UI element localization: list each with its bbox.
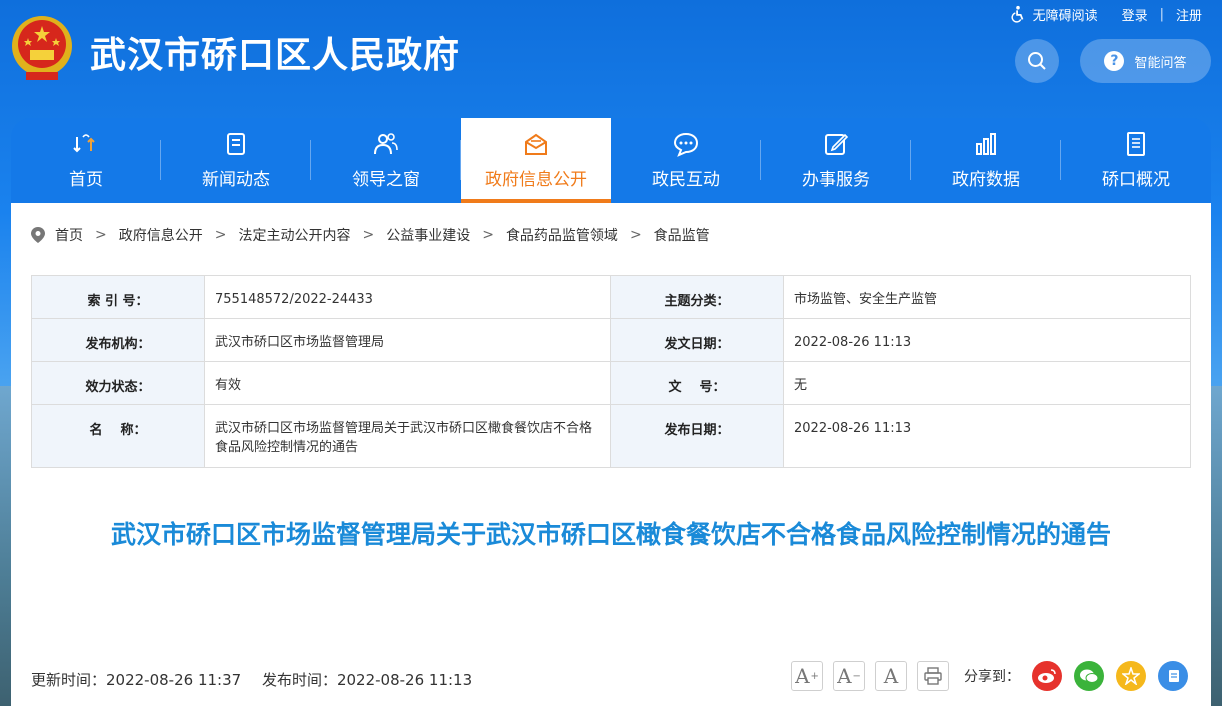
status-label: 效力状态：	[31, 361, 205, 405]
document-meta-table: 索 引 号： 755148572/2022-24433 主题分类： 市场监管、安…	[31, 275, 1191, 468]
status-value: 有效	[204, 361, 611, 405]
breadcrumb-gov-info[interactable]: 政府信息公开	[119, 225, 203, 245]
more-share-button[interactable]	[1158, 661, 1188, 691]
nav-label: 办事服务	[802, 170, 870, 190]
font-increase-label: A	[795, 664, 810, 688]
table-row: 发布机构： 武汉市硚口区市场监督管理局 发文日期： 2022-08-26 11:…	[31, 318, 1191, 362]
updated-time: 更新时间：2022-08-26 11:37	[31, 671, 242, 689]
publish-date-value: 2022-08-26 11:13	[783, 404, 1191, 468]
nav-item-services[interactable]: 办事服务	[761, 118, 911, 203]
main-nav: 首页 新闻动态 领导之窗 政府信息公开 政民互动 办事服务 政府数据 硚口概况	[11, 118, 1211, 203]
nav-label: 政民互动	[652, 170, 720, 190]
nav-label: 领导之窗	[352, 170, 420, 190]
font-decrease-label: A	[837, 664, 852, 688]
topic-label: 主题分类：	[610, 275, 784, 319]
document-icon	[227, 133, 245, 155]
location-pin-icon	[31, 227, 45, 243]
breadcrumb-separator: >	[482, 227, 494, 243]
login-link[interactable]: 登录	[1122, 5, 1148, 24]
nav-label: 新闻动态	[202, 170, 270, 190]
publisher-value: 武汉市硚口区市场监督管理局	[204, 318, 611, 362]
nav-item-gov-info[interactable]: 政府信息公开	[461, 118, 611, 203]
document-dates: 更新时间：2022-08-26 11:37 发布时间：2022-08-26 11…	[31, 669, 472, 690]
nav-item-overview[interactable]: 硚口概况	[1061, 118, 1211, 203]
copy-icon	[1169, 670, 1179, 682]
font-reset-button[interactable]: A	[875, 661, 907, 691]
star-icon	[1122, 667, 1140, 685]
print-button[interactable]	[917, 661, 949, 691]
document-title: 武汉市硚口区市场监督管理局关于武汉市硚口区橄食餐饮店不合格食品风险控制情况的通告	[110, 520, 1111, 549]
weibo-share-button[interactable]	[1032, 661, 1062, 691]
question-icon: ?	[1104, 51, 1125, 71]
nav-item-news[interactable]: 新闻动态	[161, 118, 311, 203]
breadcrumb-public-welfare[interactable]: 公益事业建设	[386, 225, 470, 245]
share-bar: 分享到：	[964, 661, 1188, 691]
accessibility-icon	[1011, 5, 1023, 23]
breadcrumb: 首页 > 政府信息公开 > 法定主动公开内容 > 公益事业建设 > 食品药品监管…	[31, 225, 710, 245]
search-button[interactable]	[1015, 39, 1059, 83]
breadcrumb-statutory[interactable]: 法定主动公开内容	[238, 225, 350, 245]
doc-no-label: 文 号：	[610, 361, 784, 405]
printer-icon	[924, 667, 942, 685]
nav-item-home[interactable]: 首页	[11, 118, 161, 203]
breadcrumb-separator: >	[95, 227, 107, 243]
issue-date-label: 发文日期：	[610, 318, 784, 362]
chat-bubble-icon	[673, 132, 699, 157]
font-increase-button[interactable]: A +	[791, 661, 823, 691]
index-no-label: 索 引 号：	[31, 275, 205, 319]
nav-label: 硚口概况	[1102, 170, 1170, 190]
smart-qa-label: 智能问答	[1134, 55, 1187, 71]
people-icon	[374, 133, 398, 155]
table-row: 效力状态： 有效 文 号： 无	[31, 361, 1191, 405]
topic-value: 市场监管、安全生产监管	[783, 275, 1191, 319]
weibo-icon	[1038, 669, 1056, 683]
published-time: 发布时间：2022-08-26 11:13	[261, 671, 473, 689]
qzone-share-button[interactable]	[1116, 661, 1146, 691]
font-reset-label: A	[883, 664, 899, 688]
reading-tools: A + A − A	[791, 661, 949, 691]
nav-label: 首页	[69, 170, 103, 190]
nav-label: 政府数据	[952, 170, 1020, 190]
register-link[interactable]: 注册	[1176, 5, 1202, 24]
nav-item-interaction[interactable]: 政民互动	[611, 118, 761, 203]
name-label: 名 称：	[31, 404, 205, 468]
issue-date-value: 2022-08-26 11:13	[783, 318, 1191, 362]
mail-open-icon	[525, 133, 547, 155]
breadcrumb-separator: >	[362, 227, 375, 243]
accessibility-label: 无障碍阅读	[1032, 8, 1098, 24]
content-panel: 首页 > 政府信息公开 > 法定主动公开内容 > 公益事业建设 > 食品药品监管…	[11, 203, 1211, 706]
breadcrumb-food-supervision[interactable]: 食品监管	[654, 225, 710, 245]
publisher-label: 发布机构：	[31, 318, 205, 362]
breadcrumb-home[interactable]: 首页	[55, 225, 83, 245]
wechat-icon	[1080, 669, 1099, 683]
nav-label: 政府信息公开	[485, 170, 587, 190]
name-value: 武汉市硚口区市场监督管理局关于武汉市硚口区橄食餐饮店不合格食品风险控制情况的通告	[204, 404, 611, 468]
national-emblem-icon	[12, 16, 72, 80]
site-title: 武汉市硚口区人民政府	[90, 35, 461, 76]
doc-no-value: 无	[783, 361, 1191, 405]
breadcrumb-food-drug[interactable]: 食品药品监管领域	[506, 225, 618, 245]
bar-chart-icon	[976, 133, 996, 155]
nav-item-leaders[interactable]: 领导之窗	[311, 118, 461, 203]
accessibility-link[interactable]: 无障碍阅读	[1009, 5, 1098, 24]
table-row: 索 引 号： 755148572/2022-24433 主题分类： 市场监管、安…	[31, 275, 1191, 319]
nav-item-data[interactable]: 政府数据	[911, 118, 1061, 203]
wechat-share-button[interactable]	[1074, 661, 1104, 691]
smart-qa-button[interactable]: ? 智能问答	[1080, 39, 1211, 83]
breadcrumb-separator: >	[629, 227, 642, 243]
font-decrease-button[interactable]: A −	[833, 661, 865, 691]
publish-date-label: 发布日期：	[610, 404, 784, 468]
home-arrows-icon	[73, 134, 95, 153]
edit-icon	[825, 133, 849, 155]
search-icon	[1028, 52, 1046, 70]
index-no-value: 755148572/2022-24433	[204, 275, 611, 319]
top-bar: 无障碍阅读 登录 | 注册	[982, 0, 1222, 28]
share-label: 分享到：	[964, 669, 1020, 685]
table-row: 名 称： 武汉市硚口区市场监督管理局关于武汉市硚口区橄食餐饮店不合格食品风险控制…	[31, 404, 1191, 468]
list-document-icon	[1127, 132, 1145, 156]
divider: |	[1159, 6, 1164, 22]
breadcrumb-separator: >	[214, 227, 227, 243]
